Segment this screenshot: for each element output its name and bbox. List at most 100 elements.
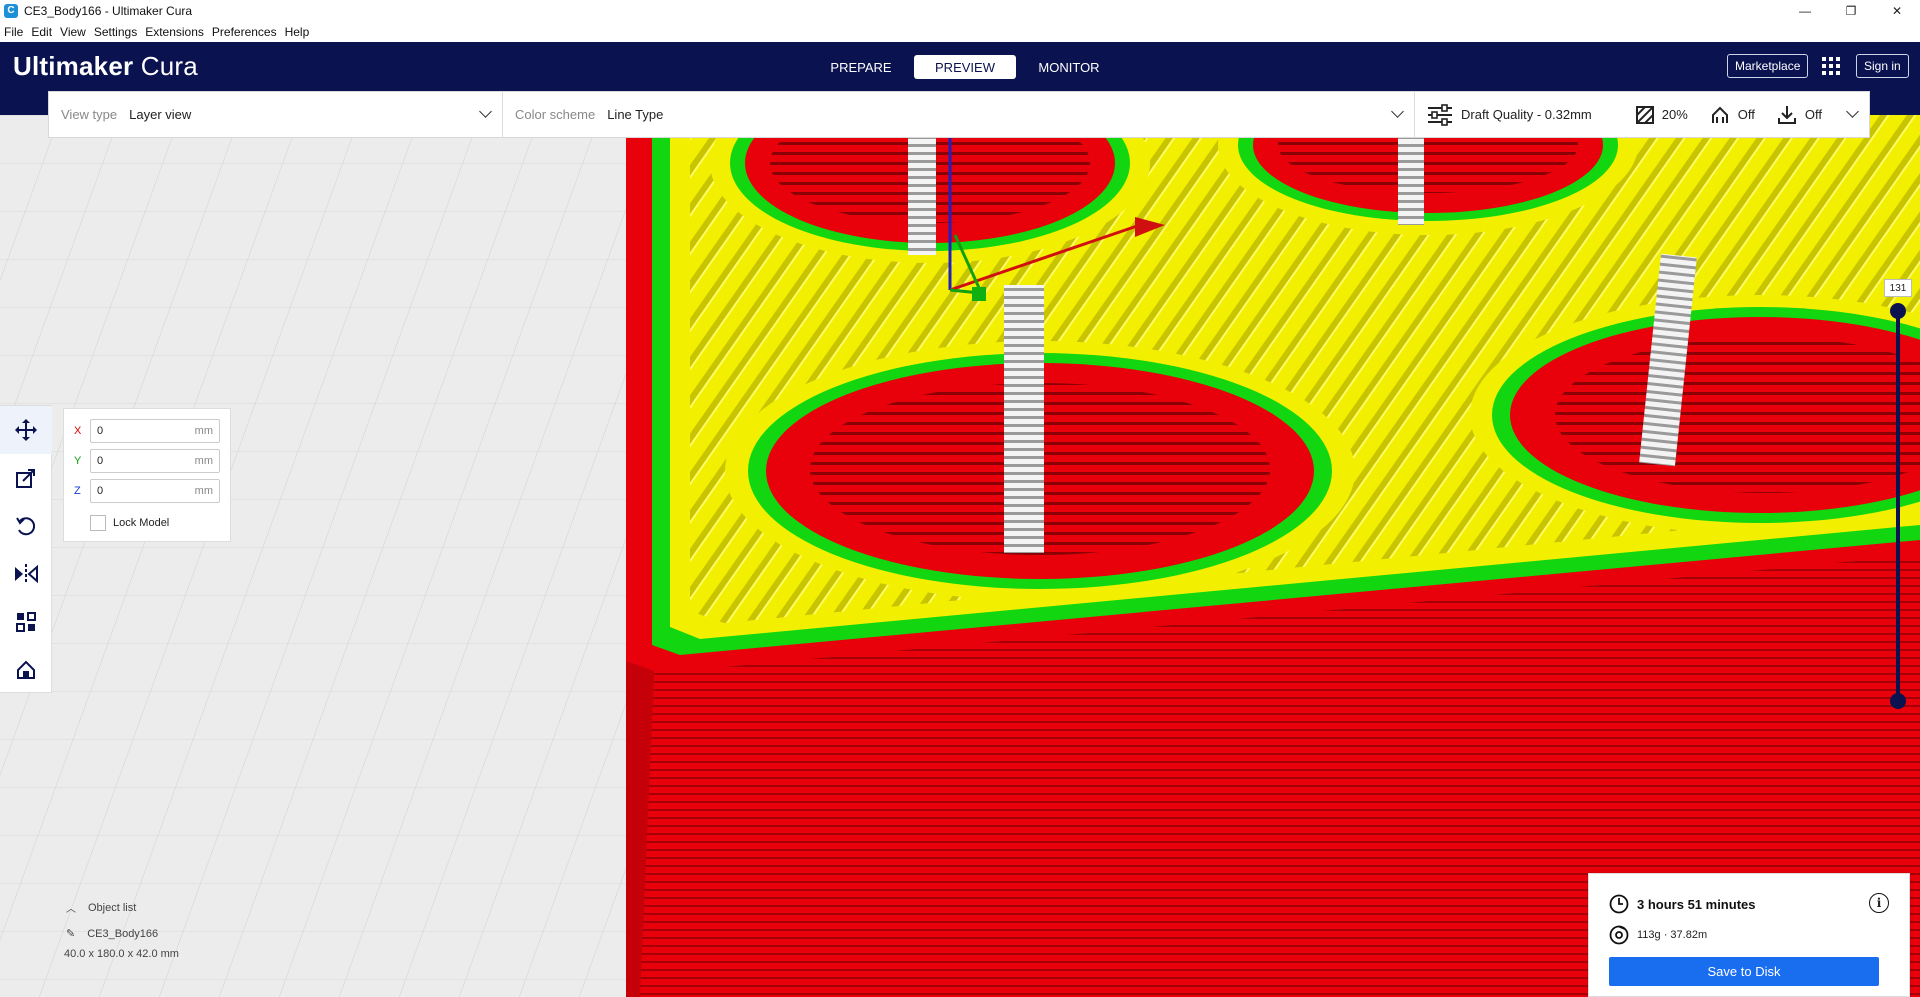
view-type-selector[interactable]: View type Layer view <box>49 92 503 137</box>
object-list-panel: ︿ Object list ✎ CE3_Body166 40.0 x 180.0… <box>60 900 179 961</box>
sign-in-button[interactable]: Sign in <box>1856 54 1909 78</box>
cura-app-icon: C <box>4 3 18 18</box>
model-preview-render <box>0 115 1920 997</box>
clock-icon <box>1609 894 1629 914</box>
marketplace-button[interactable]: Marketplace <box>1727 54 1809 78</box>
per-model-settings-button[interactable] <box>0 598 52 646</box>
stage-settings-bar: View type Layer view Color scheme Line T… <box>48 91 1870 138</box>
support-value: Off <box>1737 107 1755 122</box>
menu-bar: File Edit View Settings Extensions Prefe… <box>0 21 1920 42</box>
print-setup-selector[interactable]: Draft Quality - 0.32mm 20% Off Off <box>1415 92 1869 137</box>
chevron-down-icon <box>1391 105 1404 118</box>
adhesion-item: Off <box>1777 105 1822 125</box>
profile-item: Draft Quality - 0.32mm <box>1427 103 1592 126</box>
mirror-tool-button[interactable] <box>0 550 52 598</box>
z-input[interactable]: 0 mm <box>90 479 220 503</box>
infill-value: 20% <box>1661 107 1688 122</box>
object-list-item[interactable]: ✎ CE3_Body166 <box>66 927 179 941</box>
window-title: CE3_Body166 - Ultimaker Cura <box>24 3 193 18</box>
per-model-settings-icon <box>16 612 36 632</box>
apps-grid-icon[interactable] <box>1822 57 1840 75</box>
x-value: 0 <box>97 425 104 437</box>
save-to-disk-button[interactable]: Save to Disk <box>1609 957 1879 986</box>
menu-help[interactable]: Help <box>284 25 311 39</box>
chevron-down-icon <box>479 105 492 118</box>
layer-slider-bottom-handle[interactable] <box>1890 693 1906 709</box>
menu-view[interactable]: View <box>59 25 87 39</box>
mirror-icon <box>15 564 38 584</box>
lock-model-checkbox[interactable] <box>90 515 106 531</box>
menu-file[interactable]: File <box>3 25 24 39</box>
brand-logo: Ultimaker Cura <box>13 51 198 82</box>
view-type-value: Layer view <box>129 107 192 122</box>
object-list-title: Object list <box>88 901 137 914</box>
chevron-down-icon <box>1846 105 1859 118</box>
layer-number-badge[interactable]: 131 <box>1884 279 1912 297</box>
brand-name-light: Cura <box>133 51 198 81</box>
y-input[interactable]: 0 mm <box>90 449 220 473</box>
move-tool-button[interactable] <box>0 406 52 454</box>
support-blocker-button[interactable] <box>0 646 52 694</box>
title-bar: C CE3_Body166 - Ultimaker Cura — ❐ ✕ <box>0 0 1920 21</box>
view-type-label: View type <box>61 107 118 122</box>
print-time: 3 hours 51 minutes <box>1637 896 1756 912</box>
lock-model-label: Lock Model <box>113 517 170 529</box>
material-usage: 113g · 37.82m <box>1637 929 1708 941</box>
print-time-row: 3 hours 51 minutes <box>1609 894 1755 914</box>
object-name: CE3_Body166 <box>87 927 159 940</box>
y-value: 0 <box>97 455 104 467</box>
support-blocker-icon <box>17 660 35 679</box>
y-coordinate-row: Y 0 mm <box>74 449 220 473</box>
x-coordinate-row: X 0 mm <box>74 419 220 443</box>
maximize-button[interactable]: ❐ <box>1828 0 1874 21</box>
scale-icon <box>16 469 35 488</box>
rotate-icon <box>16 517 36 536</box>
color-scheme-label: Color scheme <box>515 107 596 122</box>
z-unit: mm <box>194 485 213 497</box>
adhesion-value: Off <box>1804 107 1823 122</box>
object-list-header[interactable]: ︿ Object list <box>66 900 179 916</box>
adhesion-icon <box>1777 105 1796 124</box>
support-item: Off <box>1710 105 1755 125</box>
menu-edit[interactable]: Edit <box>30 25 53 39</box>
color-scheme-value: Line Type <box>607 107 664 122</box>
minimize-button[interactable]: — <box>1782 0 1828 21</box>
z-label: Z <box>74 485 81 497</box>
z-coordinate-row: Z 0 mm <box>74 479 220 503</box>
menu-settings[interactable]: Settings <box>93 25 138 39</box>
infill-icon <box>1635 105 1654 124</box>
layer-view-viewport[interactable] <box>0 115 1920 997</box>
menu-preferences[interactable]: Preferences <box>211 25 278 39</box>
x-input[interactable]: 0 mm <box>90 419 220 443</box>
profile-value: Draft Quality - 0.32mm <box>1461 107 1592 122</box>
color-scheme-selector[interactable]: Color scheme Line Type <box>503 92 1415 137</box>
pencil-icon: ✎ <box>66 928 76 940</box>
x-unit: mm <box>194 425 213 437</box>
rotate-tool-button[interactable] <box>0 502 52 550</box>
z-value: 0 <box>97 485 104 497</box>
infill-item: 20% <box>1635 105 1688 124</box>
y-label: Y <box>74 455 82 467</box>
menu-extensions[interactable]: Extensions <box>144 25 205 39</box>
print-information-panel: 3 hours 51 minutes i 113g · 37.82m Save … <box>1588 873 1910 997</box>
tool-panel <box>0 405 52 693</box>
stage-tabs: PREPARE PREVIEW MONITOR <box>810 55 1122 79</box>
tab-prepare[interactable]: PREPARE <box>810 55 912 79</box>
spool-icon <box>1609 925 1629 945</box>
sliders-icon <box>1428 103 1452 126</box>
close-button[interactable]: ✕ <box>1874 0 1920 21</box>
brand-name-bold: Ultimaker <box>13 51 134 81</box>
y-unit: mm <box>194 455 213 467</box>
tab-monitor[interactable]: MONITOR <box>1018 55 1120 79</box>
chevron-up-icon: ︿ <box>66 904 76 915</box>
object-dimensions-row: 40.0 x 180.0 x 42.0 mm <box>64 948 179 960</box>
info-icon[interactable]: i <box>1869 893 1889 913</box>
window-controls: — ❐ ✕ <box>1782 0 1920 21</box>
move-tool-panel: X 0 mm Y 0 mm Z 0 mm Lock Model <box>63 408 231 542</box>
tab-preview[interactable]: PREVIEW <box>914 55 1016 79</box>
lock-model-row[interactable]: Lock Model <box>90 515 169 531</box>
material-row: 113g · 37.82m <box>1609 925 1707 945</box>
scale-tool-button[interactable] <box>0 454 52 502</box>
layer-slider-track[interactable] <box>1896 311 1900 701</box>
layer-slider-top-handle[interactable] <box>1890 303 1906 319</box>
